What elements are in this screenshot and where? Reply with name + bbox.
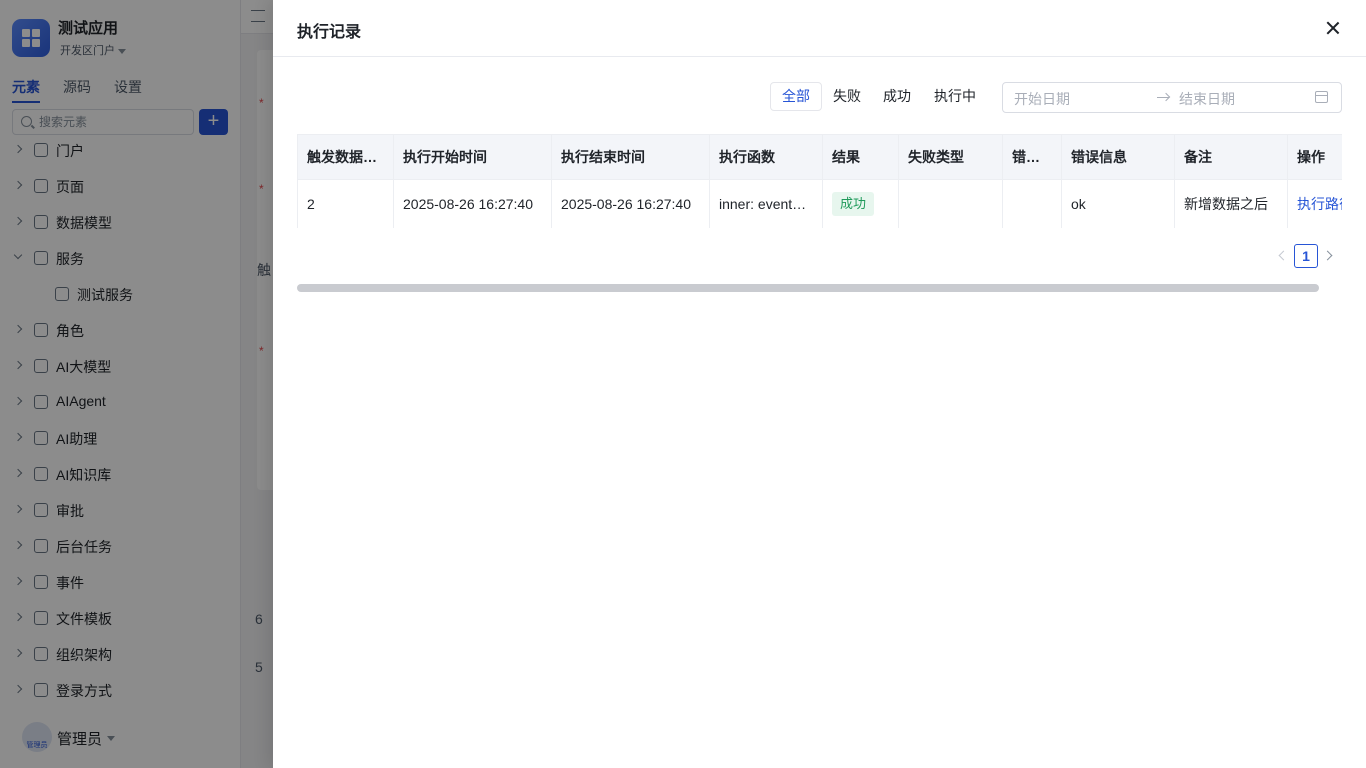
calendar-icon[interactable] <box>1315 91 1328 103</box>
column-header: 执行结束时间 <box>551 134 710 180</box>
column-header: 执行开始时间 <box>393 134 552 180</box>
column-header: 执行函数 <box>709 134 823 180</box>
close-icon[interactable] <box>1323 18 1343 38</box>
column-header: 备注 <box>1174 134 1288 180</box>
filter-failed[interactable]: 失败 <box>822 82 872 111</box>
column-header: 操作 <box>1287 134 1342 180</box>
cell-start-time: 2025-08-26 16:27:40 <box>393 179 552 228</box>
filter-success[interactable]: 成功 <box>872 82 922 111</box>
filter-all[interactable]: 全部 <box>770 82 822 111</box>
end-date-input[interactable]: 结束日期 <box>1179 89 1235 109</box>
column-header: 失败类型 <box>898 134 1003 180</box>
page-number-current[interactable]: 1 <box>1294 244 1318 268</box>
cell-function: inner: events.after_insert <box>709 179 823 228</box>
cell-error-code <box>1002 179 1062 228</box>
cell-end-time: 2025-08-26 16:27:40 <box>551 179 710 228</box>
filter-running[interactable]: 执行中 <box>923 82 987 111</box>
cell-fail-type <box>898 179 1003 228</box>
cell-key: 2 <box>297 179 394 228</box>
cell-result: 成功 <box>822 179 899 228</box>
column-header: 错误码 <box>1002 134 1062 180</box>
column-header: 错误信息 <box>1061 134 1175 180</box>
cell-remark: 新增数据之后 <box>1174 179 1288 228</box>
cell-action: 执行路径 <box>1287 179 1342 228</box>
table-row: 2 2025-08-26 16:27:40 2025-08-26 16:27:4… <box>297 179 1342 228</box>
arrow-right-icon <box>1157 97 1169 99</box>
column-header: 结果 <box>822 134 899 180</box>
records-table-wrapper: 触发数据主键 执行开始时间 执行结束时间 执行函数 结果 失败类型 错误码 错误… <box>297 134 1342 228</box>
status-badge: 成功 <box>832 192 875 216</box>
start-date-input[interactable]: 开始日期 <box>1014 89 1070 109</box>
drawer-title: 执行记录 <box>297 24 362 41</box>
drawer-header: 执行记录 <box>273 0 1366 57</box>
date-range-picker[interactable]: 开始日期 结束日期 <box>1002 82 1342 113</box>
chevron-left-icon[interactable] <box>1278 250 1289 261</box>
cell-error-message: ok <box>1061 179 1175 228</box>
chevron-right-icon[interactable] <box>1322 250 1333 261</box>
table-header-row: 触发数据主键 执行开始时间 执行结束时间 执行函数 结果 失败类型 错误码 错误… <box>297 134 1342 180</box>
horizontal-scrollbar[interactable] <box>297 284 1319 292</box>
records-table: 触发数据主键 执行开始时间 执行结束时间 执行函数 结果 失败类型 错误码 错误… <box>297 134 1342 228</box>
pagination: 1 <box>1273 244 1342 268</box>
execution-records-drawer: 执行记录 全部 失败 成功 执行中 开始日期 结束日期 触发数据主键 执行开始时… <box>273 0 1366 768</box>
execution-path-link[interactable]: 执行路径 <box>1297 196 1342 212</box>
column-header: 触发数据主键 <box>297 134 394 180</box>
